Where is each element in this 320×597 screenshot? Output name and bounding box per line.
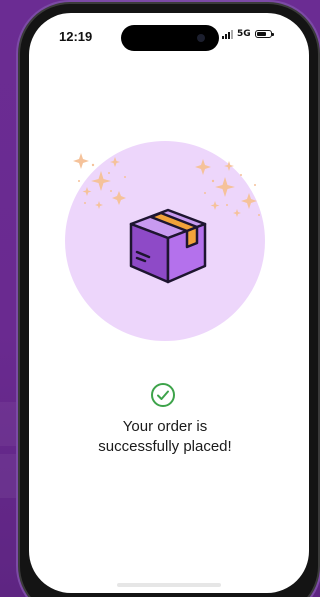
signal-icon (222, 29, 233, 39)
camera-icon (197, 34, 205, 42)
network-label: 5G (237, 29, 251, 39)
battery-icon (254, 30, 274, 38)
success-message: Your order is successfully placed! (69, 417, 261, 457)
dynamic-island (121, 25, 219, 51)
package-box-icon (129, 208, 207, 284)
status-indicators: 5G (222, 29, 274, 39)
phone-frame: 12:19 5G Your order is successfully plac… (20, 4, 318, 597)
status-time: 12:19 (59, 29, 93, 44)
success-message-line-2: successfully placed! (98, 438, 232, 455)
order-success-screen: 12:19 5G Your order is successfully plac… (29, 13, 309, 593)
success-message-line-1: Your order is (122, 418, 208, 435)
home-indicator[interactable] (117, 583, 221, 587)
check-circle-icon (151, 383, 175, 407)
